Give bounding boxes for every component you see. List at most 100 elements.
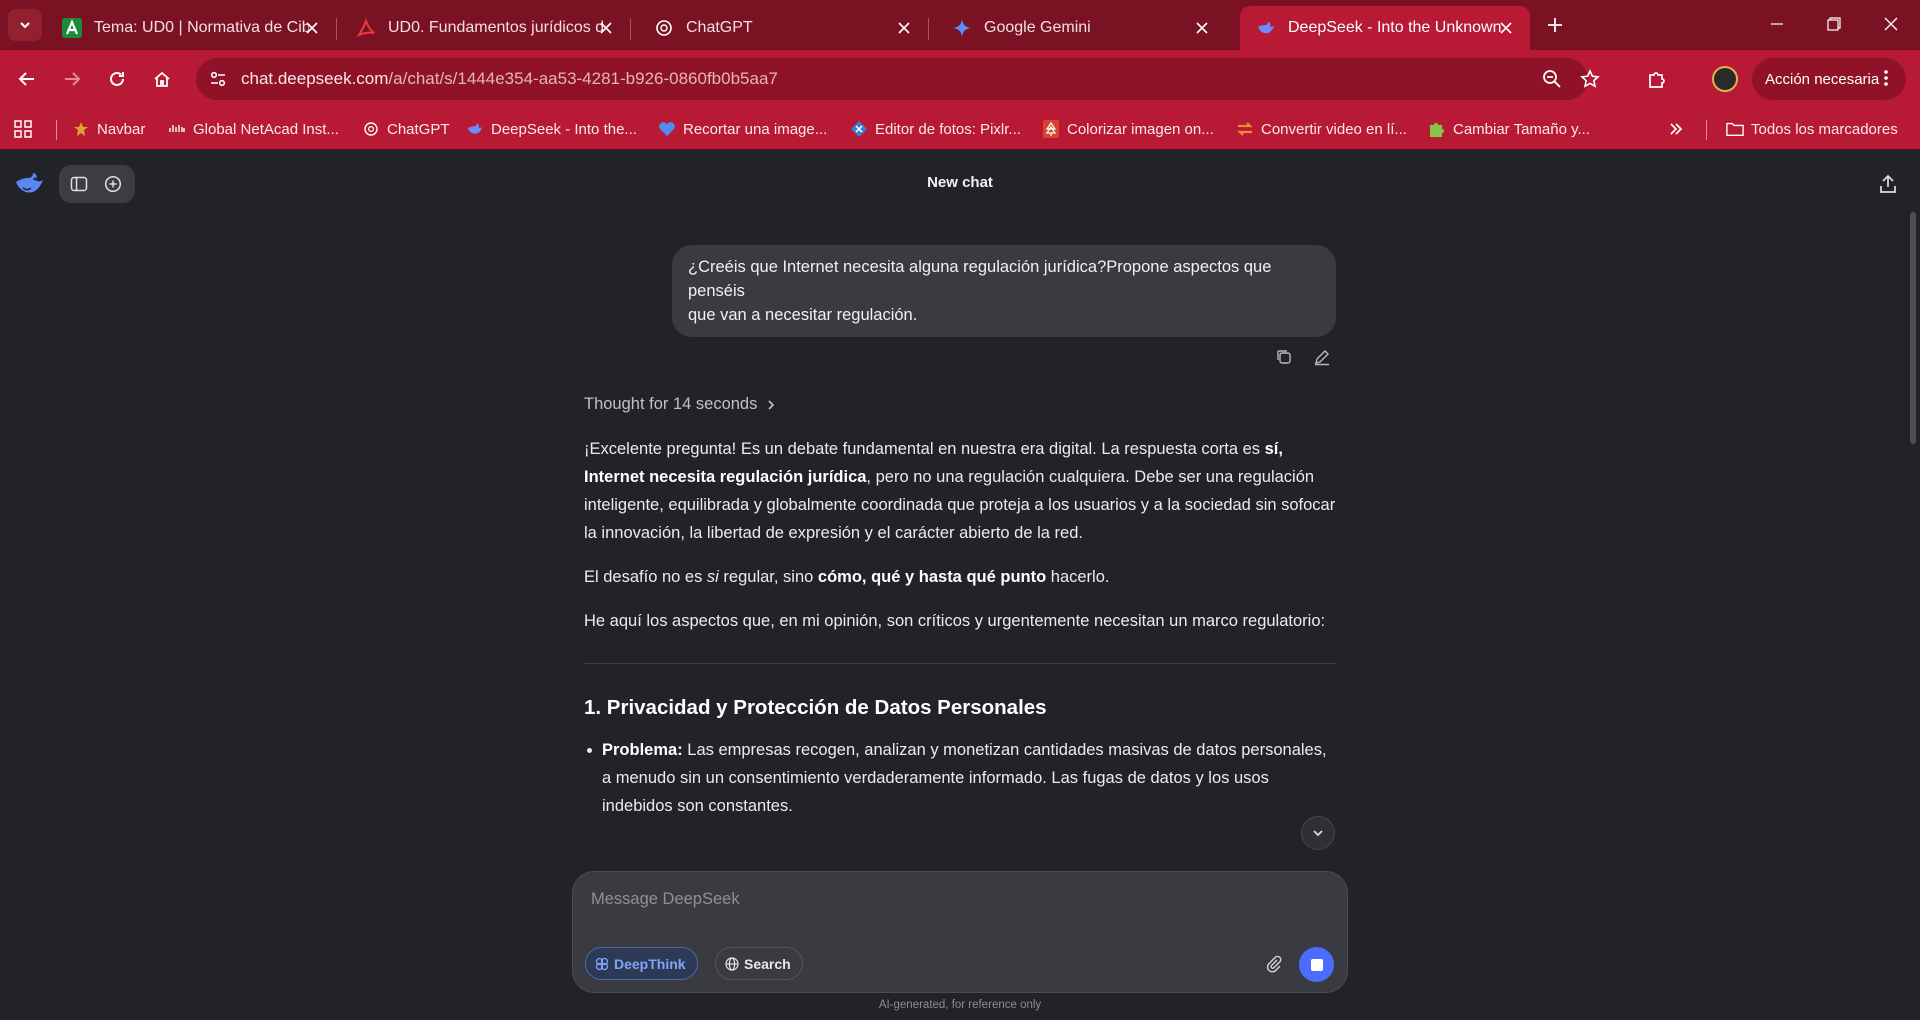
url-text[interactable]: chat.deepseek.com/a/chat/s/1444e354-aa53…	[241, 69, 778, 89]
deepthink-icon	[595, 957, 609, 971]
reload-button[interactable]	[100, 62, 134, 96]
close-icon[interactable]	[302, 18, 322, 38]
tab-title: DeepSeek - Into the Unknown	[1288, 19, 1502, 36]
bookmark-deepseek[interactable]: DeepSeek - Into the...	[466, 117, 637, 141]
a-logo-icon	[62, 18, 82, 38]
plus-icon	[1548, 18, 1562, 32]
thought-toggle[interactable]: Thought for 14 seconds	[584, 395, 777, 414]
chatgpt-icon	[362, 120, 380, 138]
stop-generating-button[interactable]	[1299, 947, 1334, 982]
folder-icon	[1726, 120, 1744, 138]
url-path: /a/chat/s/1444e354-aa53-4281-b926-0860fb…	[388, 69, 778, 88]
deepseek-chat-page: New chat ¿Creéis que Internet necesita a…	[0, 150, 1920, 1020]
message-composer: DeepThink Search	[572, 871, 1348, 993]
deepthink-label: DeepThink	[614, 955, 686, 972]
answer-divider	[584, 663, 1336, 664]
close-window-button[interactable]	[1862, 0, 1920, 48]
answer-heading: 1. Privacidad y Protección de Datos Pers…	[584, 696, 1047, 719]
restore-button[interactable]	[1805, 0, 1863, 48]
scroll-to-bottom-button[interactable]	[1301, 816, 1335, 850]
user-message-line: ¿Creéis que Internet necesita alguna reg…	[688, 258, 1272, 276]
bookmark-cambiar[interactable]: Cambiar Tamaño y...	[1428, 117, 1590, 141]
close-icon[interactable]	[894, 18, 914, 38]
browser-tab-2[interactable]: ChatGPT	[638, 6, 929, 50]
profile-avatar[interactable]	[1712, 66, 1738, 92]
tab-separator	[630, 18, 631, 40]
chevron-down-icon	[20, 22, 30, 29]
browser-tab-0[interactable]: Tema: UD0 | Normativa de Cibe	[46, 6, 337, 50]
close-icon[interactable]	[1496, 18, 1516, 38]
pdf-icon	[356, 18, 376, 38]
tab-title: UD0. Fundamentos jurídicos de	[388, 19, 603, 36]
bookmark-label: Convertir video en lí...	[1261, 120, 1407, 138]
action-required-button[interactable]: Acción necesaria	[1752, 58, 1906, 100]
browser-tab-3[interactable]: Google Gemini	[936, 6, 1226, 50]
zoom-icon[interactable]	[1540, 67, 1564, 91]
extensions-button[interactable]	[1640, 62, 1674, 96]
answer-bold: cómo, qué y hasta qué punto	[817, 568, 1047, 586]
browser-tab-4-active[interactable]: DeepSeek - Into the Unknown	[1240, 6, 1530, 50]
forward-button[interactable]	[55, 62, 89, 96]
answer-paragraph: El desafío no es si regular, sino cómo, …	[584, 563, 1336, 591]
tab-title: Tema: UD0 | Normativa de Cibe	[94, 19, 309, 36]
minimize-icon	[1771, 23, 1783, 25]
share-icon[interactable]	[1876, 172, 1900, 196]
user-message-line: penséis	[688, 282, 745, 300]
convert-icon	[1236, 120, 1254, 138]
home-button[interactable]	[145, 62, 179, 96]
apps-button[interactable]	[14, 117, 32, 141]
bookmark-convertir[interactable]: Convertir video en lí...	[1236, 117, 1407, 141]
all-bookmarks-button[interactable]: Todos los marcadores	[1726, 117, 1898, 141]
deepseek-icon	[1256, 18, 1276, 38]
globe-icon	[725, 956, 739, 971]
deepthink-toggle[interactable]: DeepThink	[585, 947, 698, 980]
all-bookmarks-label: Todos los marcadores	[1751, 120, 1898, 138]
chevron-double-right-icon	[1670, 123, 1683, 135]
bookmark-colorizar[interactable]: Colorizar imagen on...	[1042, 117, 1214, 141]
paperclip-icon[interactable]	[1263, 953, 1285, 975]
bookmark-label: Global NetAcad Inst...	[193, 120, 339, 138]
close-icon[interactable]	[1192, 18, 1212, 38]
address-bar[interactable]: chat.deepseek.com/a/chat/s/1444e354-aa53…	[196, 58, 1600, 100]
bookmark-navbar[interactable]: Navbar	[72, 117, 145, 141]
chat-title: New chat	[927, 174, 993, 191]
site-info-button[interactable]	[202, 63, 234, 95]
bookmark-netacad[interactable]: Global NetAcad Inst...	[168, 117, 339, 141]
bookmark-recortar[interactable]: Recortar una image...	[658, 117, 827, 141]
tune-icon	[210, 71, 226, 87]
puzzle-icon	[1649, 72, 1665, 88]
apps-grid-icon	[14, 120, 32, 138]
answer-text: ¡Excelente pregunta! Es un debate fundam…	[584, 440, 1265, 458]
user-message-line: que van a necesitar regulación.	[688, 306, 918, 324]
message-input[interactable]	[591, 886, 1331, 912]
tab-title: ChatGPT	[686, 19, 753, 36]
answer-text: hacerlo.	[1046, 568, 1110, 586]
chat-scrollbar[interactable]	[1910, 212, 1916, 444]
bookmarks-separator	[1706, 120, 1707, 140]
bookmark-chatgpt[interactable]: ChatGPT	[362, 117, 450, 141]
search-toggle[interactable]: Search	[715, 947, 803, 980]
more-vert-icon	[1884, 70, 1888, 86]
new-tab-button[interactable]	[1540, 10, 1570, 40]
home-icon	[154, 71, 170, 87]
arrow-left-icon	[18, 72, 34, 86]
bookmark-star-icon[interactable]	[1578, 67, 1602, 91]
copy-icon[interactable]	[1273, 346, 1295, 368]
tab-search-button[interactable]	[8, 9, 42, 41]
navbar-icon	[72, 120, 90, 138]
tab-title: Google Gemini	[984, 19, 1091, 36]
bookmarks-bar: Navbar Global NetAcad Inst... ChatGPT De…	[0, 108, 1920, 150]
close-icon[interactable]	[596, 18, 616, 38]
back-button[interactable]	[10, 62, 44, 96]
minimize-button[interactable]	[1748, 0, 1806, 48]
puzzle-icon	[1428, 120, 1446, 138]
bookmark-label: DeepSeek - Into the...	[491, 120, 637, 138]
edit-icon[interactable]	[1311, 346, 1333, 368]
answer-text: regular, sino	[718, 568, 818, 586]
tree-icon	[1042, 120, 1060, 138]
bookmark-label: Recortar una image...	[683, 120, 828, 138]
answer-text: El desafío no es	[584, 568, 707, 586]
more-bookmarks-button[interactable]	[1668, 117, 1684, 141]
browser-tab-1[interactable]: UD0. Fundamentos jurídicos de	[340, 6, 631, 50]
bookmark-pixlr[interactable]: Editor de fotos: Pixlr...	[850, 117, 1021, 141]
